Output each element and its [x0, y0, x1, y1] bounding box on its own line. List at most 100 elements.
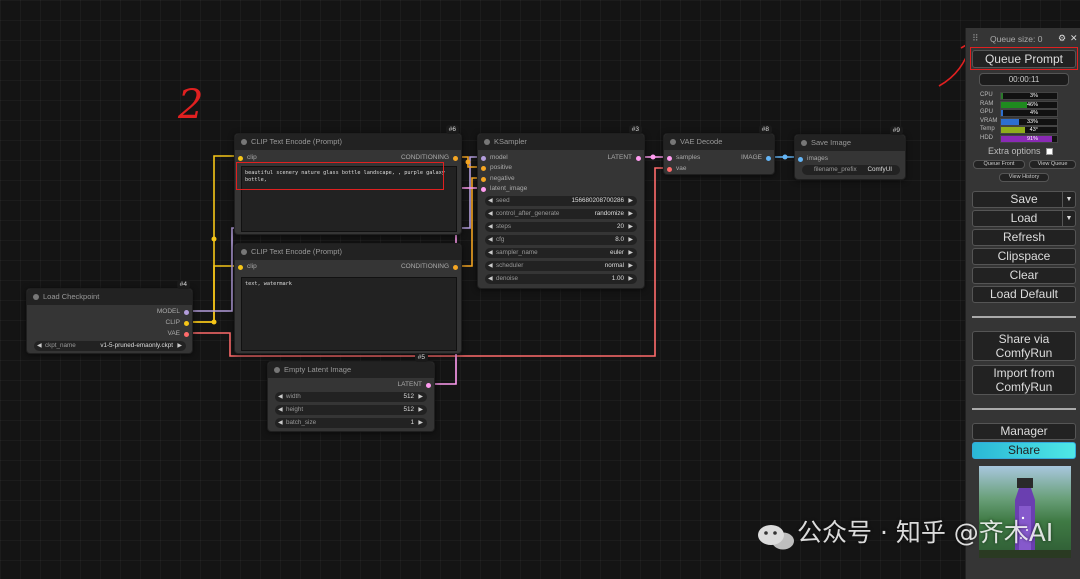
chevron-down-icon[interactable]: ▼ — [1062, 192, 1075, 207]
widget-name: scheduler — [496, 262, 524, 269]
share-button[interactable]: Share — [972, 442, 1076, 459]
load-label: Load — [1010, 211, 1038, 225]
queue-front-button[interactable]: Queue Front — [973, 160, 1025, 169]
positive-input-slot[interactable]: positive — [481, 163, 512, 173]
conditioning-output-slot[interactable]: CONDITIONING — [401, 262, 458, 272]
control-after-generate-widget[interactable]: ◀ control_after_generate randomize ▶ — [485, 209, 637, 219]
slot-dot-icon — [184, 320, 189, 326]
refresh-button[interactable]: Refresh — [972, 229, 1076, 246]
model-input-slot[interactable]: model — [481, 153, 508, 163]
decrement-arrow-icon[interactable]: ◀ — [278, 392, 283, 402]
height-widget[interactable]: ◀ height 512 ▶ — [275, 405, 427, 415]
collapse-dot-icon[interactable] — [484, 139, 490, 145]
increment-arrow-icon[interactable]: ▶ — [418, 418, 423, 428]
extra-options-checkbox[interactable] — [1046, 148, 1054, 156]
vae-output-slot[interactable]: VAE — [167, 329, 189, 339]
import-from-comfyrun-button[interactable]: Import from ComfyRun — [972, 365, 1076, 395]
decrement-arrow-icon[interactable]: ◀ — [278, 405, 283, 415]
model-output-slot[interactable]: MODEL — [157, 307, 189, 317]
collapse-dot-icon[interactable] — [33, 294, 39, 300]
seed-widget[interactable]: ◀ seed 156680208700286 ▶ — [485, 196, 637, 206]
vae-decode-node[interactable]: VAE Decode #8 samples vae IMAGE — [663, 125, 775, 175]
scheduler-widget[interactable]: ◀ scheduler normal ▶ — [485, 261, 637, 271]
clip-input-slot[interactable]: clip — [238, 262, 257, 272]
increment-arrow-icon[interactable]: ▶ — [628, 209, 633, 219]
save-image-node[interactable]: Save Image #9 images filename_prefix Com… — [794, 126, 906, 180]
node-title[interactable]: CLIP Text Encode (Prompt) — [235, 244, 461, 260]
widget-name: cfg — [496, 236, 505, 243]
increment-arrow-icon[interactable]: ▶ — [418, 392, 423, 402]
ksampler-node[interactable]: KSampler #3 model positive negative late… — [477, 125, 645, 289]
load-button[interactable]: Load ▼ — [972, 210, 1076, 227]
increment-arrow-icon[interactable]: ▶ — [628, 235, 633, 245]
collapse-dot-icon[interactable] — [274, 367, 280, 373]
view-history-button[interactable]: View History — [999, 173, 1049, 182]
latent-image-input-slot[interactable]: latent_image — [481, 184, 527, 194]
negative-prompt-textarea[interactable]: text, watermark — [241, 277, 457, 351]
increment-arrow-icon[interactable]: ▶ — [628, 274, 633, 284]
load-default-button[interactable]: Load Default — [972, 286, 1076, 303]
queue-size-label: Queue size: 0 — [990, 34, 1043, 44]
load-checkpoint-node[interactable]: Load Checkpoint #4 MODEL CLIP VAE ◀ ckpt… — [26, 280, 193, 354]
filename-prefix-widget[interactable]: filename_prefix ComfyUI — [802, 165, 900, 175]
empty-latent-image-node[interactable]: Empty Latent Image #5 LATENT ◀ width 512… — [267, 353, 435, 432]
clipspace-button[interactable]: Clipspace — [972, 248, 1076, 265]
node-title[interactable]: KSampler — [478, 134, 644, 150]
collapse-dot-icon[interactable] — [241, 249, 247, 255]
negative-input-slot[interactable]: negative — [481, 174, 515, 184]
increment-arrow-icon[interactable]: ▶ — [418, 405, 423, 415]
node-title[interactable]: Empty Latent Image — [268, 362, 434, 378]
cfg-widget[interactable]: ◀ cfg 8.0 ▶ — [485, 235, 637, 245]
node-title[interactable]: Load Checkpoint — [27, 289, 192, 305]
increment-arrow-icon[interactable]: ▶ — [628, 196, 633, 206]
slot-dot-icon — [667, 155, 672, 161]
node-title[interactable]: Save Image — [795, 135, 905, 151]
close-icon[interactable]: ✕ — [1070, 33, 1078, 44]
view-queue-button[interactable]: View Queue — [1029, 160, 1076, 169]
increment-arrow-icon[interactable]: ▶ — [628, 248, 633, 258]
decrement-arrow-icon[interactable]: ◀ — [488, 196, 493, 206]
drag-handle-icon[interactable]: ⠿ — [972, 33, 979, 44]
samples-input-slot[interactable]: samples — [667, 153, 700, 163]
chevron-down-icon[interactable]: ▼ — [1062, 211, 1075, 226]
decrement-arrow-icon[interactable]: ◀ — [488, 261, 493, 271]
images-input-slot[interactable]: images — [798, 154, 828, 164]
steps-widget[interactable]: ◀ steps 20 ▶ — [485, 222, 637, 232]
denoise-widget[interactable]: ◀ denoise 1.00 ▶ — [485, 274, 637, 284]
slot-label: samples — [676, 154, 701, 161]
increment-arrow-icon[interactable]: ▶ — [628, 222, 633, 232]
decrement-arrow-icon[interactable]: ◀ — [488, 274, 493, 284]
decrement-arrow-icon[interactable]: ◀ — [488, 222, 493, 232]
widget-value: ComfyUI — [867, 166, 893, 173]
ckpt-name-widget[interactable]: ◀ ckpt_name v1-5-pruned-emaonly.ckpt ▶ — [34, 341, 186, 351]
sampler-name-widget[interactable]: ◀ sampler_name euler ▶ — [485, 248, 637, 258]
manager-button[interactable]: Manager — [972, 423, 1076, 440]
stat-value: 43° — [1029, 127, 1038, 134]
extra-options[interactable]: Extra options — [988, 146, 1054, 156]
save-button[interactable]: Save ▼ — [972, 191, 1076, 208]
node-title[interactable]: VAE Decode — [664, 134, 774, 150]
decrement-arrow-icon[interactable]: ◀ — [37, 341, 42, 351]
share-via-comfyrun-button[interactable]: Share via ComfyRun — [972, 331, 1076, 361]
latent-output-slot[interactable]: LATENT — [608, 153, 641, 163]
node-title[interactable]: CLIP Text Encode (Prompt) — [235, 134, 461, 150]
increment-arrow-icon[interactable]: ▶ — [628, 261, 633, 271]
collapse-dot-icon[interactable] — [670, 139, 676, 145]
collapse-dot-icon[interactable] — [241, 139, 247, 145]
clip-text-encode-negative-node[interactable]: CLIP Text Encode (Prompt) clip CONDITION… — [234, 243, 462, 354]
clear-button[interactable]: Clear — [972, 267, 1076, 284]
decrement-arrow-icon[interactable]: ◀ — [488, 209, 493, 219]
latent-output-slot[interactable]: LATENT — [398, 380, 431, 390]
collapse-dot-icon[interactable] — [801, 140, 807, 146]
node-id-badge: #5 — [414, 353, 428, 362]
gear-icon[interactable]: ⚙ — [1058, 33, 1066, 44]
decrement-arrow-icon[interactable]: ◀ — [278, 418, 283, 428]
batch-size-widget[interactable]: ◀ batch_size 1 ▶ — [275, 418, 427, 428]
decrement-arrow-icon[interactable]: ◀ — [488, 248, 493, 258]
width-widget[interactable]: ◀ width 512 ▶ — [275, 392, 427, 402]
clip-output-slot[interactable]: CLIP — [166, 318, 189, 328]
image-output-slot[interactable]: IMAGE — [741, 153, 771, 163]
decrement-arrow-icon[interactable]: ◀ — [488, 235, 493, 245]
increment-arrow-icon[interactable]: ▶ — [177, 341, 182, 351]
vae-input-slot[interactable]: vae — [667, 164, 686, 174]
